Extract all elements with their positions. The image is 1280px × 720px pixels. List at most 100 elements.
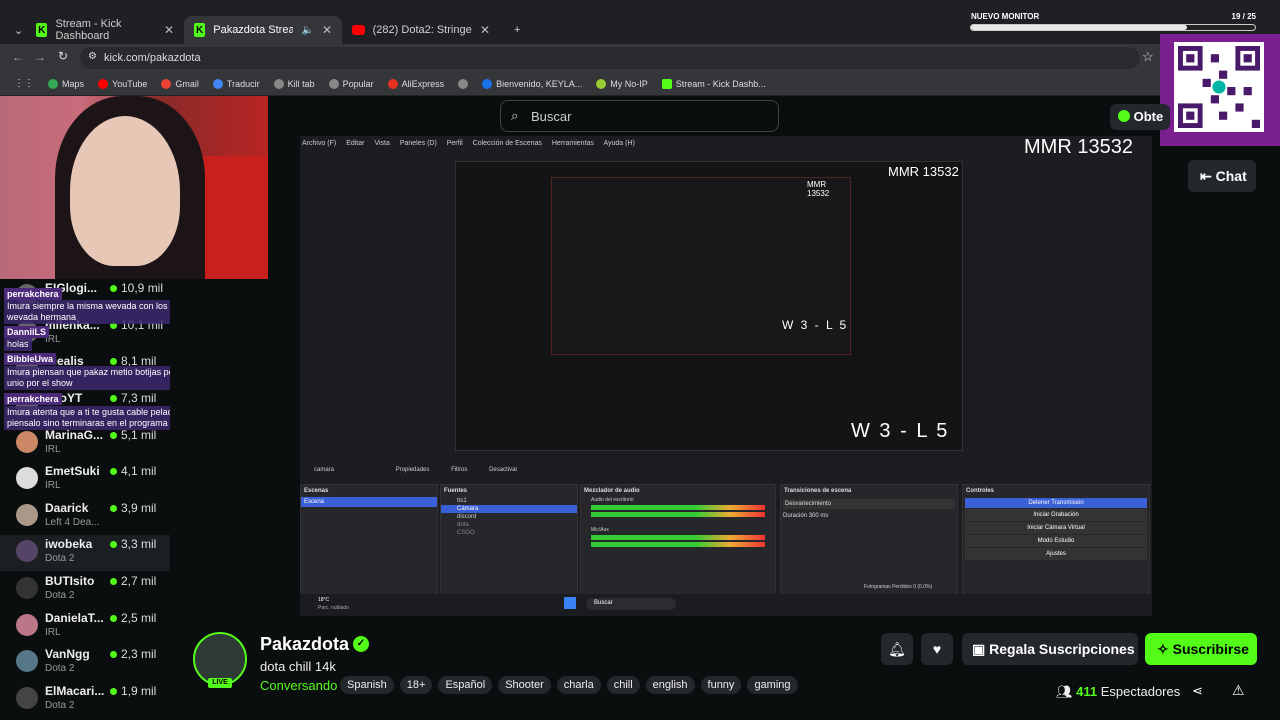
score-overlay-text-nested: W 3 - L 5 [782, 318, 849, 332]
tag-chip[interactable]: 18+ [399, 676, 433, 694]
viewer-count: 3,9 mil [110, 501, 156, 515]
sidebar-channel-item[interactable]: VanNgg 2,3 mil Dota 2 [0, 645, 170, 681]
monitor-goal-overlay: NUEVO MONITOR 19 / 25 [968, 8, 1278, 34]
noip-icon [596, 78, 607, 89]
obs-filters-button: Filtros [451, 467, 468, 473]
tag-chip[interactable]: funny [700, 676, 742, 694]
bookmark-bienvenido[interactable]: Bienvenido, KEYLA... [482, 78, 582, 89]
viewer-count: 1,9 mil [110, 684, 156, 698]
monitor-goal-label: NUEVO MONITOR [971, 12, 1040, 21]
channel-category: IRL [45, 480, 61, 491]
tag-chip[interactable]: english [645, 676, 695, 694]
viewers-number: 411 [1076, 684, 1098, 699]
bookmark-youtube[interactable]: YouTube [98, 78, 147, 89]
obs-scene-item: Escena [301, 497, 437, 507]
forward-icon[interactable]: → [34, 50, 46, 64]
obs-menu-item: Herramientas [551, 140, 594, 147]
new-tab-button[interactable]: + [504, 16, 524, 44]
bookmark-maps[interactable]: Maps [48, 78, 85, 89]
obtener-app-button[interactable]: Obte [1110, 104, 1170, 130]
notification-bell-button[interactable]: 🔔︎ [881, 633, 913, 665]
mmr-overlay-text-nested: MMR 13532 [888, 164, 959, 179]
sidebar-channel-item[interactable]: BUTIsito 2,7 mil Dota 2 [0, 572, 170, 608]
obs-source-name: camara [314, 467, 335, 473]
chat-label: Chat [1215, 168, 1247, 184]
url-field[interactable]: ⚙ kick.com/pakazdota [80, 47, 1140, 69]
bookmark-globe[interactable] [458, 78, 469, 89]
report-warning-icon[interactable]: ⚠ [1232, 682, 1245, 699]
close-icon[interactable]: ✕ [480, 23, 490, 37]
avatar [16, 614, 38, 636]
viewer-count: 2,5 mil [110, 611, 156, 625]
bookmark-traducir[interactable]: Traducir [212, 78, 260, 89]
bookmark-popular[interactable]: Popular [328, 78, 374, 89]
sidebar-channel-item[interactable]: ElMacari... 1,9 mil Dota 2 [0, 682, 170, 718]
bookmark-gmail[interactable]: Gmail [161, 78, 199, 89]
avatar [16, 687, 38, 709]
tab-label: (282) Dota2: Stringer firmó a la [372, 24, 472, 36]
back-icon[interactable]: ← [12, 50, 24, 64]
bookmark-kick-dashboard[interactable]: Stream - Kick Dashb... [661, 78, 766, 89]
site-icon [482, 78, 493, 89]
apps-icon[interactable]: ⋮⋮ [14, 78, 34, 89]
kick-logo-icon: K [194, 23, 206, 37]
reload-icon[interactable]: ↻ [58, 49, 68, 63]
gift-icon: ▣ [972, 641, 986, 657]
tab-list-button[interactable]: ⌄ [4, 16, 24, 44]
obs-source-toolbar: camara Propiedades Filtros Desactivar [300, 464, 1152, 482]
close-icon[interactable]: ✕ [322, 23, 332, 37]
obs-menu-item: Paneles (D) [399, 140, 437, 147]
tab-pakazdota-stream[interactable]: K Pakazdota Stream - Watch 🔈 ✕ [184, 16, 342, 44]
sidebar-channel-item[interactable]: DanielaT... 2,5 mil IRL [0, 609, 170, 645]
obtener-label: Obte [1133, 109, 1164, 124]
bookmark-kill-tab[interactable]: Kill tab [273, 78, 315, 89]
subscribe-button[interactable]: ✧ Suscribirse [1145, 633, 1257, 665]
channel-category: IRL [45, 627, 61, 638]
obs-sources-dock: Fuentes tts1 Cámara discord dota CSGO [440, 484, 578, 606]
tag-chip[interactable]: Spanish [340, 676, 394, 694]
site-info-icon[interactable]: ⚙ [88, 51, 97, 62]
obs-virtual-cam-button: Iniciar Cámara Virtual [965, 522, 1147, 534]
sidebar-channel-item[interactable]: EmetSuki 4,1 mil IRL [0, 462, 170, 498]
streamer-name[interactable]: Pakazdota [260, 634, 349, 655]
webcam-face [70, 116, 180, 266]
bookmark-star-icon[interactable]: ☆ [1142, 49, 1154, 65]
tab-youtube[interactable]: (282) Dota2: Stringer firmó a la ✕ [342, 16, 500, 44]
obs-status-bar: Fotogramas Perdidos 0 (0.0%) [864, 584, 933, 590]
channel-category: Dota 2 [45, 553, 75, 564]
translate-icon [212, 78, 223, 89]
heart-icon: ♥ [932, 641, 942, 657]
chat-message: holas [4, 338, 32, 351]
youtube-icon [98, 78, 109, 89]
chat-toggle-button[interactable]: ⇤ Chat [1188, 160, 1256, 192]
tag-chip[interactable]: Shooter [498, 676, 551, 694]
tag-chip[interactable]: gaming [747, 676, 798, 694]
stream-video-player[interactable]: Archivo (F) Editar Vista Paneles (D) Per… [300, 136, 1152, 616]
share-icon[interactable]: ⋖ [1192, 683, 1203, 699]
score-overlay-text-mid: W 3 - L 5 [851, 420, 950, 442]
maps-icon [48, 78, 58, 89]
follow-heart-button[interactable]: ♥ [921, 633, 953, 665]
speaker-icon[interactable]: 🔈 [301, 25, 313, 36]
bookmark-label: Traducir [226, 78, 260, 89]
stream-category-link[interactable]: Conversando [260, 678, 337, 693]
tag-chip[interactable]: charla [556, 676, 601, 694]
search-input[interactable]: ⌕ Buscar [500, 100, 779, 132]
gift-subs-button[interactable]: ▣ Regala Suscripciones [962, 633, 1138, 665]
sidebar-channel-item[interactable]: MarinaG... 5,1 mil IRL [0, 426, 170, 462]
tab-kick-dashboard[interactable]: K Stream - Kick Dashboard ✕ [26, 16, 184, 44]
tag-chip[interactable]: Español [438, 676, 493, 694]
bookmark-aliexpress[interactable]: AliExpress [387, 78, 444, 89]
obs-menu-item: Ayuda (H) [603, 140, 635, 147]
sidebar-channel-item[interactable]: Daarick 3,9 mil Left 4 Dea... [0, 499, 170, 535]
chat-username: perrakchera [4, 288, 62, 300]
obs-menu-item: Perfil [446, 140, 463, 147]
bookmark-label: Maps [62, 78, 85, 89]
sidebar-channel-item[interactable]: iwobeka 3,3 mil Dota 2 [0, 535, 170, 571]
viewer-count: 7,3 mil [110, 391, 156, 405]
tag-chip[interactable]: chill [606, 676, 640, 694]
bookmark-no-ip[interactable]: My No-IP [596, 78, 648, 89]
channel-category: Dota 2 [45, 700, 75, 711]
close-icon[interactable]: ✕ [164, 23, 174, 37]
mixer-level-meter [591, 535, 765, 540]
